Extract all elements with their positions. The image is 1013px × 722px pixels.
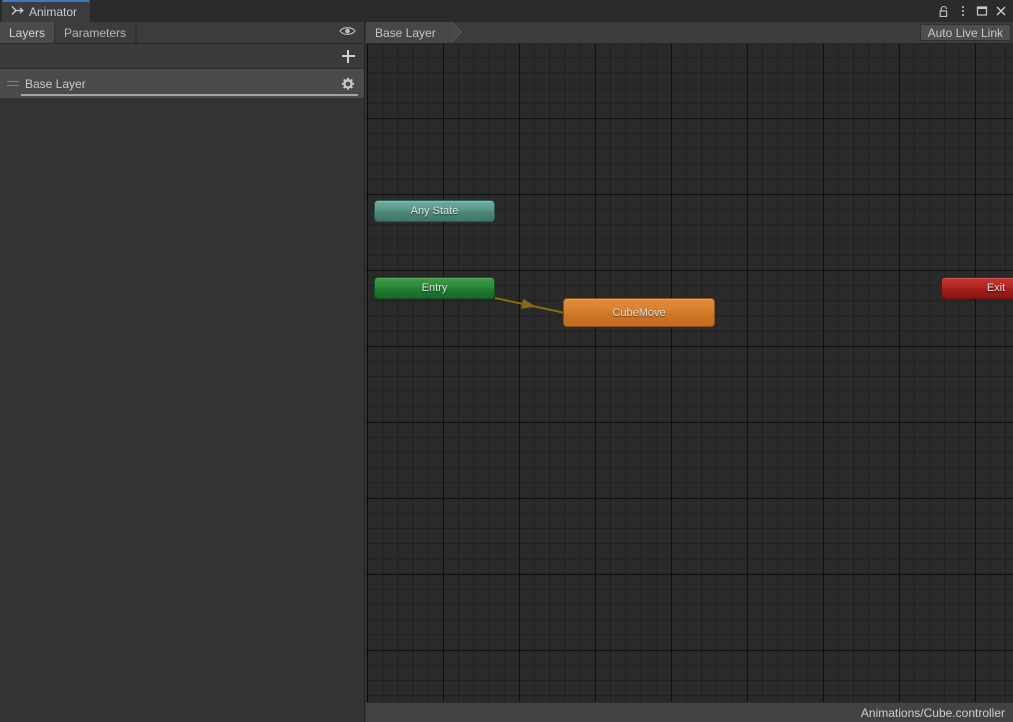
state-node-any-state[interactable]: Any State [374, 200, 495, 222]
tab-parameters[interactable]: Parameters [55, 22, 137, 43]
transition-arrow-entry-to-cube-move[interactable] [494, 297, 564, 314]
chevron-right-icon [450, 22, 461, 42]
maximize-icon[interactable] [972, 0, 991, 22]
layers-panel-tabs-filler [136, 22, 364, 43]
tab-animator[interactable]: Animator [2, 0, 91, 22]
animator-window: Animator Layers Parameters Base Layer Ba… [0, 0, 1013, 722]
state-node-exit[interactable]: Exit [941, 277, 1013, 299]
controller-path-label: Animations/Cube.controller [860, 705, 1005, 720]
breadcrumb[interactable]: Base Layer [366, 22, 462, 43]
breadcrumb-label: Base Layer [375, 25, 436, 40]
tab-layers[interactable]: Layers [0, 22, 56, 43]
tab-animator-label: Animator [29, 5, 78, 19]
tab-layers-label: Layers [9, 25, 46, 40]
auto-live-link-label: Auto Live Link [927, 25, 1003, 40]
layer-name-label: Base Layer [25, 76, 86, 91]
status-bar: Animations/Cube.controller [366, 702, 1013, 722]
add-layer-button[interactable] [338, 46, 358, 66]
plus-icon [341, 49, 355, 63]
window-controls [934, 0, 1010, 22]
transitions-layer [494, 297, 564, 314]
state-node-entry[interactable]: Entry [374, 277, 495, 299]
state-node-label: Entry [421, 282, 448, 294]
auto-live-link-button[interactable]: Auto Live Link [919, 24, 1011, 41]
state-node-label: Exit [986, 282, 1006, 294]
drag-handle-icon[interactable] [7, 79, 19, 89]
layer-selection-underline [21, 94, 358, 96]
state-machine-canvas[interactable]: Any State Entry Exit CubeMove [366, 44, 1013, 722]
graph-toolbar: Base Layer Auto Live Link [366, 22, 1013, 44]
layers-panel-body [0, 125, 363, 722]
layers-add-bar [0, 44, 364, 69]
close-icon[interactable] [991, 0, 1010, 22]
state-node-label: Any State [410, 205, 459, 217]
layer-row-base-layer[interactable]: Base Layer [0, 69, 364, 98]
window-tab-bar: Animator [0, 0, 1013, 23]
more-menu-icon[interactable] [953, 0, 972, 22]
eye-icon[interactable] [339, 25, 356, 40]
state-node-label: CubeMove [612, 306, 666, 319]
layers-panel: Layers Parameters Base Layer [0, 22, 365, 722]
gear-icon[interactable] [337, 73, 359, 95]
state-node-cube-move[interactable]: CubeMove [563, 298, 715, 327]
tab-parameters-label: Parameters [64, 25, 127, 40]
animator-graph-area: Base Layer Auto Live Link Any State Entry… [366, 22, 1013, 722]
animator-icon [11, 4, 24, 20]
lock-icon[interactable] [934, 0, 953, 22]
layers-panel-tabs: Layers Parameters [0, 22, 364, 44]
